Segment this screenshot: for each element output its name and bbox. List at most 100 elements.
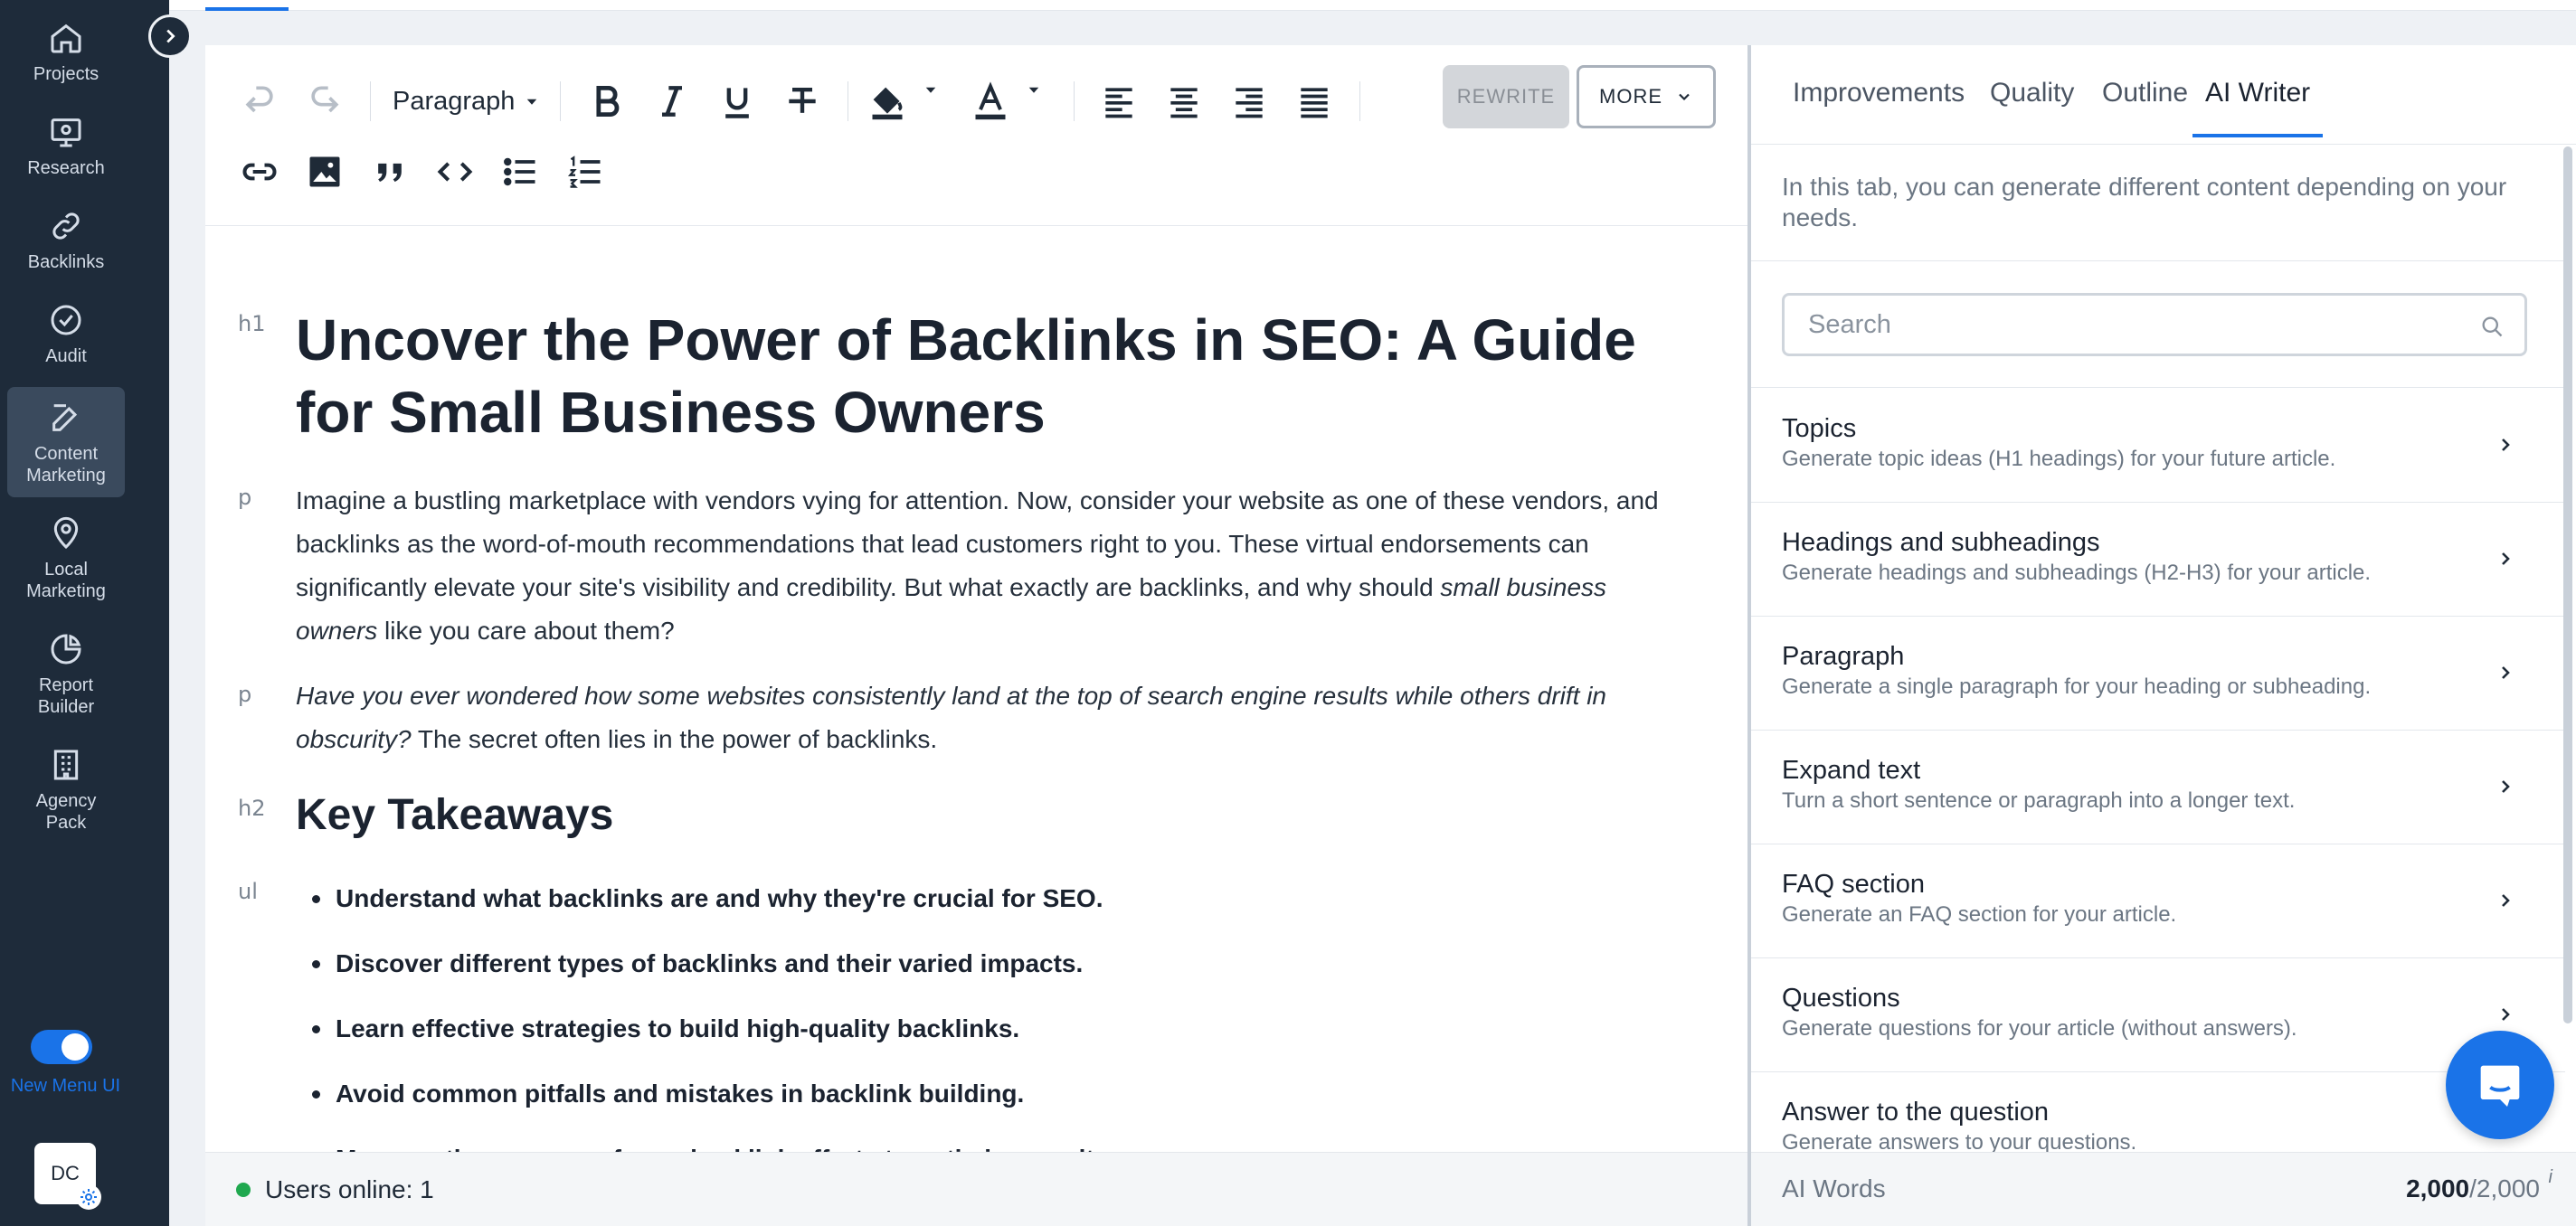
- divider: [1751, 260, 2565, 261]
- align-justify-icon: [1301, 88, 1328, 118]
- paragraph-2[interactable]: Have you ever wondered how some websites…: [296, 674, 1680, 761]
- align-right-button[interactable]: [1229, 81, 1269, 121]
- paragraph-1[interactable]: Imagine a bustling marketplace with vend…: [296, 479, 1680, 653]
- left-sidebar: Projects Research Backlinks Audit Conten…: [0, 0, 169, 1226]
- align-justify-button[interactable]: [1294, 81, 1334, 121]
- undo-icon: [245, 86, 273, 113]
- paragraph-style-value: Paragraph: [393, 86, 516, 116]
- chevron-right-icon: [2502, 1008, 2510, 1021]
- text-color-button[interactable]: [971, 81, 1010, 121]
- chevron-right-icon: [2502, 552, 2510, 565]
- pie-chart-icon: [51, 634, 81, 665]
- sidebar-item-content-marketing[interactable]: Content Marketing: [7, 387, 125, 497]
- article-heading-h2[interactable]: Key Takeaways: [296, 788, 613, 843]
- avatar[interactable]: DC: [34, 1143, 101, 1210]
- sidebar-item-projects[interactable]: Projects: [7, 7, 125, 94]
- tab-improvements[interactable]: Improvements: [1793, 78, 1965, 136]
- tab-outline[interactable]: Outline: [2102, 78, 2188, 136]
- panel-scrollbar[interactable]: [2563, 146, 2572, 1023]
- map-pin-icon: [53, 516, 79, 550]
- sidebar-item-label: Report Builder: [37, 675, 95, 717]
- link-icon: [52, 212, 80, 240]
- sidebar-item-label: Projects: [33, 64, 99, 84]
- text-color-icon: [975, 81, 1006, 120]
- ai-tool-topics[interactable]: Topics Generate topic ideas (H1 headings…: [1751, 389, 2565, 503]
- sidebar-item-label: Audit: [45, 346, 87, 366]
- active-tab-indicator: [205, 7, 289, 11]
- text-color-dropdown[interactable]: [1025, 81, 1043, 98]
- ai-tool-description: Generate headings and subheadings (H2-H3…: [1782, 561, 2372, 585]
- undo-button[interactable]: [240, 81, 279, 121]
- redo-button[interactable]: [305, 81, 345, 121]
- tab-ai-writer[interactable]: AI Writer: [2192, 78, 2324, 137]
- insert-link-button[interactable]: [240, 152, 279, 192]
- toolbar-divider: [560, 81, 561, 121]
- quote-icon: [378, 163, 402, 182]
- list-item[interactable]: Understand what backlinks are and why th…: [296, 866, 1653, 931]
- ai-tool-faq-section[interactable]: FAQ section Generate an FAQ section for …: [1751, 844, 2565, 958]
- new-menu-toggle[interactable]: [31, 1030, 92, 1064]
- align-left-button[interactable]: [1099, 81, 1139, 121]
- image-icon: [309, 156, 340, 187]
- sidebar-item-audit[interactable]: Audit: [7, 289, 125, 376]
- sidebar-item-research[interactable]: Research: [7, 101, 125, 188]
- toolbar-divider: [1074, 81, 1075, 121]
- check-circle-icon: [51, 305, 81, 335]
- block-tag-h1: h1: [238, 311, 266, 336]
- align-center-button[interactable]: [1164, 81, 1204, 121]
- building-icon: [53, 750, 79, 780]
- underline-button[interactable]: [717, 81, 757, 121]
- info-icon[interactable]: i: [2549, 1167, 2552, 1188]
- document-body[interactable]: h1 Uncover the Power of Backlinks in SEO…: [205, 226, 1747, 1152]
- paragraph-style-select[interactable]: Paragraph: [393, 81, 540, 121]
- sidebar-item-agency-pack[interactable]: Agency Pack: [7, 734, 125, 844]
- chevron-right-icon: [166, 29, 175, 43]
- list-item[interactable]: Avoid common pitfalls and mistakes in ba…: [296, 1061, 1653, 1127]
- avatar-initials: DC: [51, 1162, 80, 1184]
- toolbar-divider: [1359, 81, 1360, 121]
- blockquote-button[interactable]: [370, 152, 410, 192]
- strikethrough-button[interactable]: [782, 81, 822, 121]
- insert-image-button[interactable]: [305, 152, 345, 192]
- ai-tool-paragraph[interactable]: Paragraph Generate a single paragraph fo…: [1751, 617, 2565, 731]
- italic-button[interactable]: [652, 81, 692, 121]
- numbered-list-button[interactable]: [565, 152, 605, 192]
- sidebar-item-local-marketing[interactable]: Local Marketing: [7, 503, 125, 613]
- support-chat-button[interactable]: [2446, 1031, 2554, 1139]
- ai-tool-title: Headings and subheadings: [1782, 528, 2100, 557]
- list-item[interactable]: Measure the success of your backlink eff…: [296, 1127, 1653, 1152]
- bold-button[interactable]: [587, 81, 627, 121]
- sidebar-item-report-builder[interactable]: Report Builder: [7, 618, 125, 729]
- highlight-color-dropdown[interactable]: [922, 81, 940, 98]
- takeaways-list[interactable]: Understand what backlinks are and why th…: [296, 866, 1653, 1152]
- search-input[interactable]: Search: [1782, 293, 2527, 356]
- ai-tool-title: Questions: [1782, 984, 1900, 1013]
- search-placeholder: Search: [1808, 309, 1891, 339]
- bullet-list-icon: [504, 157, 535, 186]
- list-item[interactable]: Discover different types of backlinks an…: [296, 931, 1653, 996]
- article-heading-h1[interactable]: Uncover the Power of Backlinks in SEO: A…: [296, 304, 1707, 448]
- sidebar-item-backlinks[interactable]: Backlinks: [7, 195, 125, 282]
- chat-icon: [2480, 1065, 2520, 1107]
- ai-tool-questions[interactable]: Questions Generate questions for your ar…: [1751, 958, 2565, 1072]
- tab-quality[interactable]: Quality: [1990, 78, 2074, 136]
- code-button[interactable]: [435, 152, 475, 192]
- ai-tool-expand-text[interactable]: Expand text Turn a short sentence or par…: [1751, 731, 2565, 844]
- rewrite-button[interactable]: REWRITE: [1443, 65, 1569, 128]
- toolbar-divider: [370, 81, 371, 121]
- ai-tool-title: Topics: [1782, 414, 1857, 443]
- more-button[interactable]: MORE: [1577, 65, 1716, 128]
- chevron-right-icon: [2502, 894, 2510, 907]
- chevron-right-icon: [2502, 666, 2510, 679]
- ai-tool-headings[interactable]: Headings and subheadings Generate headin…: [1751, 503, 2565, 617]
- align-left-icon: [1105, 88, 1132, 118]
- sidebar-expand-button[interactable]: [148, 14, 192, 58]
- gear-icon[interactable]: [76, 1184, 101, 1210]
- paragraph-1-text-b: like you care about them?: [377, 617, 675, 645]
- chevron-right-icon: [2502, 780, 2510, 793]
- bullet-list-button[interactable]: [500, 152, 540, 192]
- list-item[interactable]: Learn effective strategies to build high…: [296, 996, 1653, 1061]
- editor-toolbar: Paragraph REWRITE MORE: [205, 45, 1747, 226]
- highlight-color-button[interactable]: [867, 81, 907, 121]
- underline-icon: [725, 88, 749, 118]
